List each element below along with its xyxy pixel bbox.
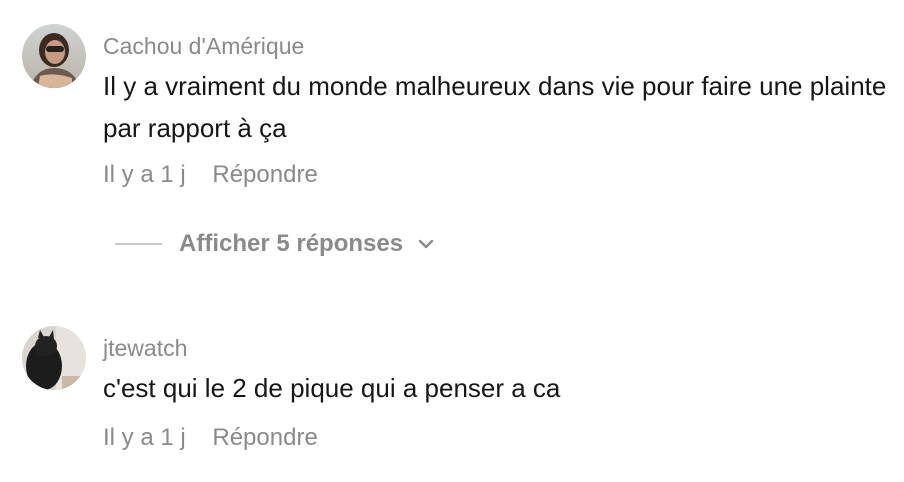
avatar[interactable] bbox=[22, 24, 86, 88]
comment-username[interactable]: Cachou d'Amérique bbox=[103, 32, 304, 60]
comment-meta: Il y a 1 j Répondre bbox=[103, 423, 318, 453]
avatar[interactable] bbox=[22, 326, 86, 390]
comment-username[interactable]: jtewatch bbox=[103, 334, 187, 362]
show-replies-label: Afficher 5 réponses bbox=[179, 230, 404, 257]
chevron-down-icon bbox=[418, 239, 434, 249]
divider-line bbox=[115, 243, 162, 245]
comment-meta: Il y a 1 j Répondre bbox=[103, 160, 318, 190]
comment-timestamp: Il y a 1 j bbox=[103, 424, 186, 451]
comment-timestamp: Il y a 1 j bbox=[103, 161, 186, 188]
show-replies-button[interactable]: Afficher 5 réponses bbox=[115, 228, 435, 260]
user-avatar-photo-woman-icon bbox=[22, 24, 86, 88]
reply-button[interactable]: Répondre bbox=[212, 423, 317, 453]
comment-text: Il y a vraiment du monde malheureux dans… bbox=[103, 71, 887, 143]
user-avatar-photo-cat-icon bbox=[22, 326, 86, 390]
comment-text: c'est qui le 2 de pique qui a penser a c… bbox=[103, 373, 561, 403]
reply-button[interactable]: Répondre bbox=[212, 160, 317, 190]
